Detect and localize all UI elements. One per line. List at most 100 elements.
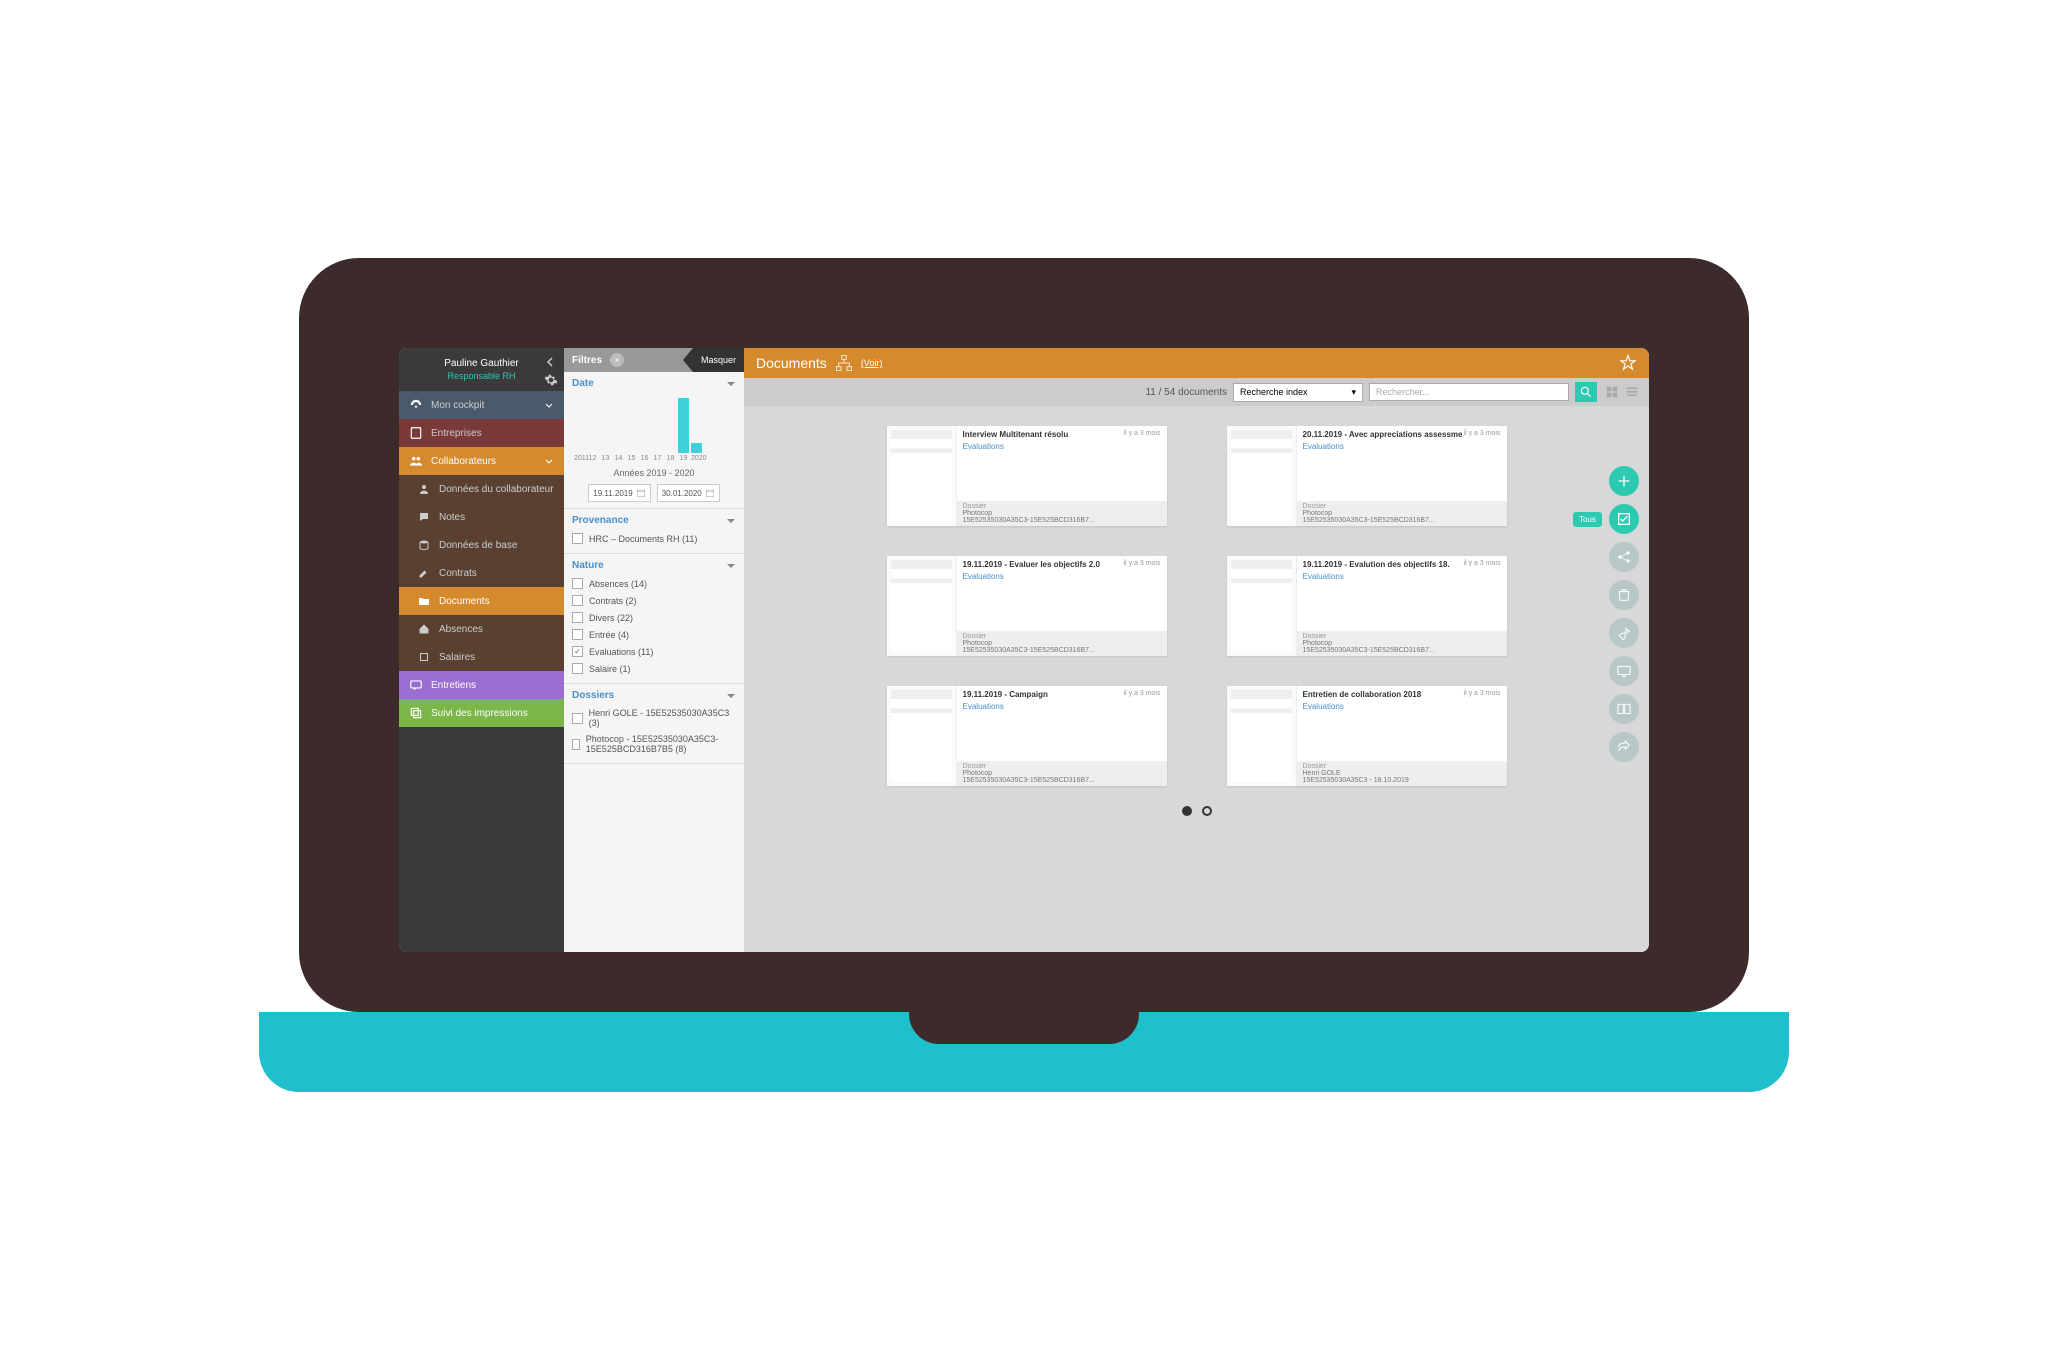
pin-icon [1616,625,1632,641]
search-input[interactable]: Rechercher... [1369,383,1569,401]
filter-dossiers-label: Dossiers [572,690,614,701]
document-card[interactable]: 19.11.2019 - Evalution des objectifs 18.… [1227,556,1507,656]
document-thumbnail [1227,426,1297,526]
document-time: il y a 3 mois [1464,560,1501,567]
document-card[interactable]: Interview Multitenant résolu Evaluations… [887,426,1167,526]
page-dot-2[interactable] [1202,806,1212,816]
date-histogram-chart[interactable] [572,393,736,453]
date-from-input[interactable]: 19.11.2019 [588,484,650,502]
collapse-icon[interactable] [726,379,736,389]
display-button[interactable] [1609,656,1639,686]
nav-absences[interactable]: Absences [399,615,564,643]
search-button[interactable] [1575,382,1597,402]
collapse-icon[interactable] [726,691,736,701]
document-tag: Evaluations [1303,702,1501,711]
clear-filters-button[interactable]: × [610,353,624,367]
folder-open-icon [417,594,431,608]
database-icon [417,538,431,552]
nav-label: Documents [439,596,490,607]
nav-label: Mon cockpit [431,400,484,411]
document-card[interactable]: Entretien de collaboration 2018 Evaluati… [1227,686,1507,786]
nav-salaires[interactable]: Salaires [399,643,564,671]
document-tag: Evaluations [963,702,1161,711]
filter-checkbox-item[interactable]: Photocop - 15E52535030A35C3-15E525BCD316… [572,731,736,757]
toolbar: 11 / 54 documents Recherche index▾ Reche… [744,378,1649,406]
filter-checkbox-item[interactable]: Henri GOLE - 15E52535030A35C3 (3) [572,705,736,731]
nav-collaborateurs[interactable]: Collaborateurs [399,447,564,475]
list-view-button[interactable] [1623,383,1641,401]
filter-checkbox-item[interactable]: ✓Evaluations (11) [572,643,736,660]
grid-view-button[interactable] [1603,383,1621,401]
tous-label: Tous [1573,512,1602,527]
calendar-icon [705,488,715,498]
voir-link[interactable]: (Voir) [861,358,883,368]
filter-provenance-label: Provenance [572,515,629,526]
hide-filters-button[interactable]: Masquer [693,348,744,372]
pin-button[interactable] [1609,618,1639,648]
page-title: Documents [756,355,827,371]
collapse-icon[interactable] [726,561,736,571]
document-time: il y a 3 mois [1464,690,1501,697]
nav-label: Données de base [439,540,517,551]
filter-checkbox-item[interactable]: HRC – Documents RH (11) [572,530,736,547]
laptop-base [259,1012,1789,1092]
document-card[interactable]: 20.11.2019 - Avec appreciations assessme… [1227,426,1507,526]
share-button[interactable] [1609,542,1639,572]
comment-icon [417,510,431,524]
chevron-down-icon [544,400,554,410]
filter-checkbox-item[interactable]: Salaire (1) [572,660,736,677]
trash-icon [1616,587,1632,603]
edit-icon [417,566,431,580]
read-button[interactable] [1609,694,1639,724]
document-card[interactable]: 19.11.2019 - Campaign Evaluations il y a… [887,686,1167,786]
square-icon [417,650,431,664]
favorite-star-icon[interactable] [1619,354,1637,372]
page-dot-1[interactable] [1182,806,1192,816]
book-open-icon [1616,701,1632,717]
collapse-icon[interactable] [726,516,736,526]
monitor-icon [1616,663,1632,679]
share-icon [1616,549,1632,565]
nav-label: Contrats [439,568,477,579]
document-tag: Evaluations [963,442,1161,451]
document-time: il y a 3 mois [1124,430,1161,437]
nav-entreprises[interactable]: Entreprises [399,419,564,447]
nav-donnees-base[interactable]: Données de base [399,531,564,559]
date-range-label: Années 2019 - 2020 [572,468,736,478]
add-button[interactable] [1609,466,1639,496]
document-time: il y a 3 mois [1124,560,1161,567]
users-icon [409,454,423,468]
document-card[interactable]: 19.11.2019 - Evaluer les objectifs 2.0 E… [887,556,1167,656]
forward-button[interactable] [1609,732,1639,762]
nav-contrats[interactable]: Contrats [399,559,564,587]
select-all-button[interactable]: Tous [1609,504,1639,534]
document-thumbnail [1227,556,1297,656]
nav-documents[interactable]: Documents [399,587,564,615]
delete-button[interactable] [1609,580,1639,610]
nav-label: Données du collaborateur [439,484,554,495]
nav-entretiens[interactable]: Entretiens [399,671,564,699]
date-to-input[interactable]: 30.01.2020 [657,484,720,502]
nav-suivi-impressions[interactable]: Suivi des impressions [399,699,564,727]
filter-checkbox-item[interactable]: Contrats (2) [572,592,736,609]
collapse-sidebar-button[interactable] [542,354,558,370]
forward-icon [1616,739,1632,755]
document-thumbnail [887,426,957,526]
settings-gear-icon[interactable] [544,373,558,387]
hierarchy-icon[interactable] [835,354,853,372]
filter-checkbox-item[interactable]: Divers (22) [572,609,736,626]
nav-notes[interactable]: Notes [399,503,564,531]
nav-label: Suivi des impressions [431,708,528,719]
main-content: Documents (Voir) 11 / 54 documents Reche… [744,348,1649,952]
filter-checkbox-item[interactable]: Absences (14) [572,575,736,592]
nav-cockpit[interactable]: Mon cockpit [399,391,564,419]
filter-dossiers-section: Dossiers Henri GOLE - 15E52535030A35C3 (… [564,684,744,764]
book-icon [409,426,423,440]
filter-checkbox-item[interactable]: Entrée (4) [572,626,736,643]
pagination [804,806,1589,816]
index-dropdown[interactable]: Recherche index▾ [1233,383,1363,402]
document-tag: Evaluations [1303,572,1501,581]
calendar-icon [636,488,646,498]
nav-donnees-collaborateur[interactable]: Données du collaborateur [399,475,564,503]
page-header: Documents (Voir) [744,348,1649,378]
